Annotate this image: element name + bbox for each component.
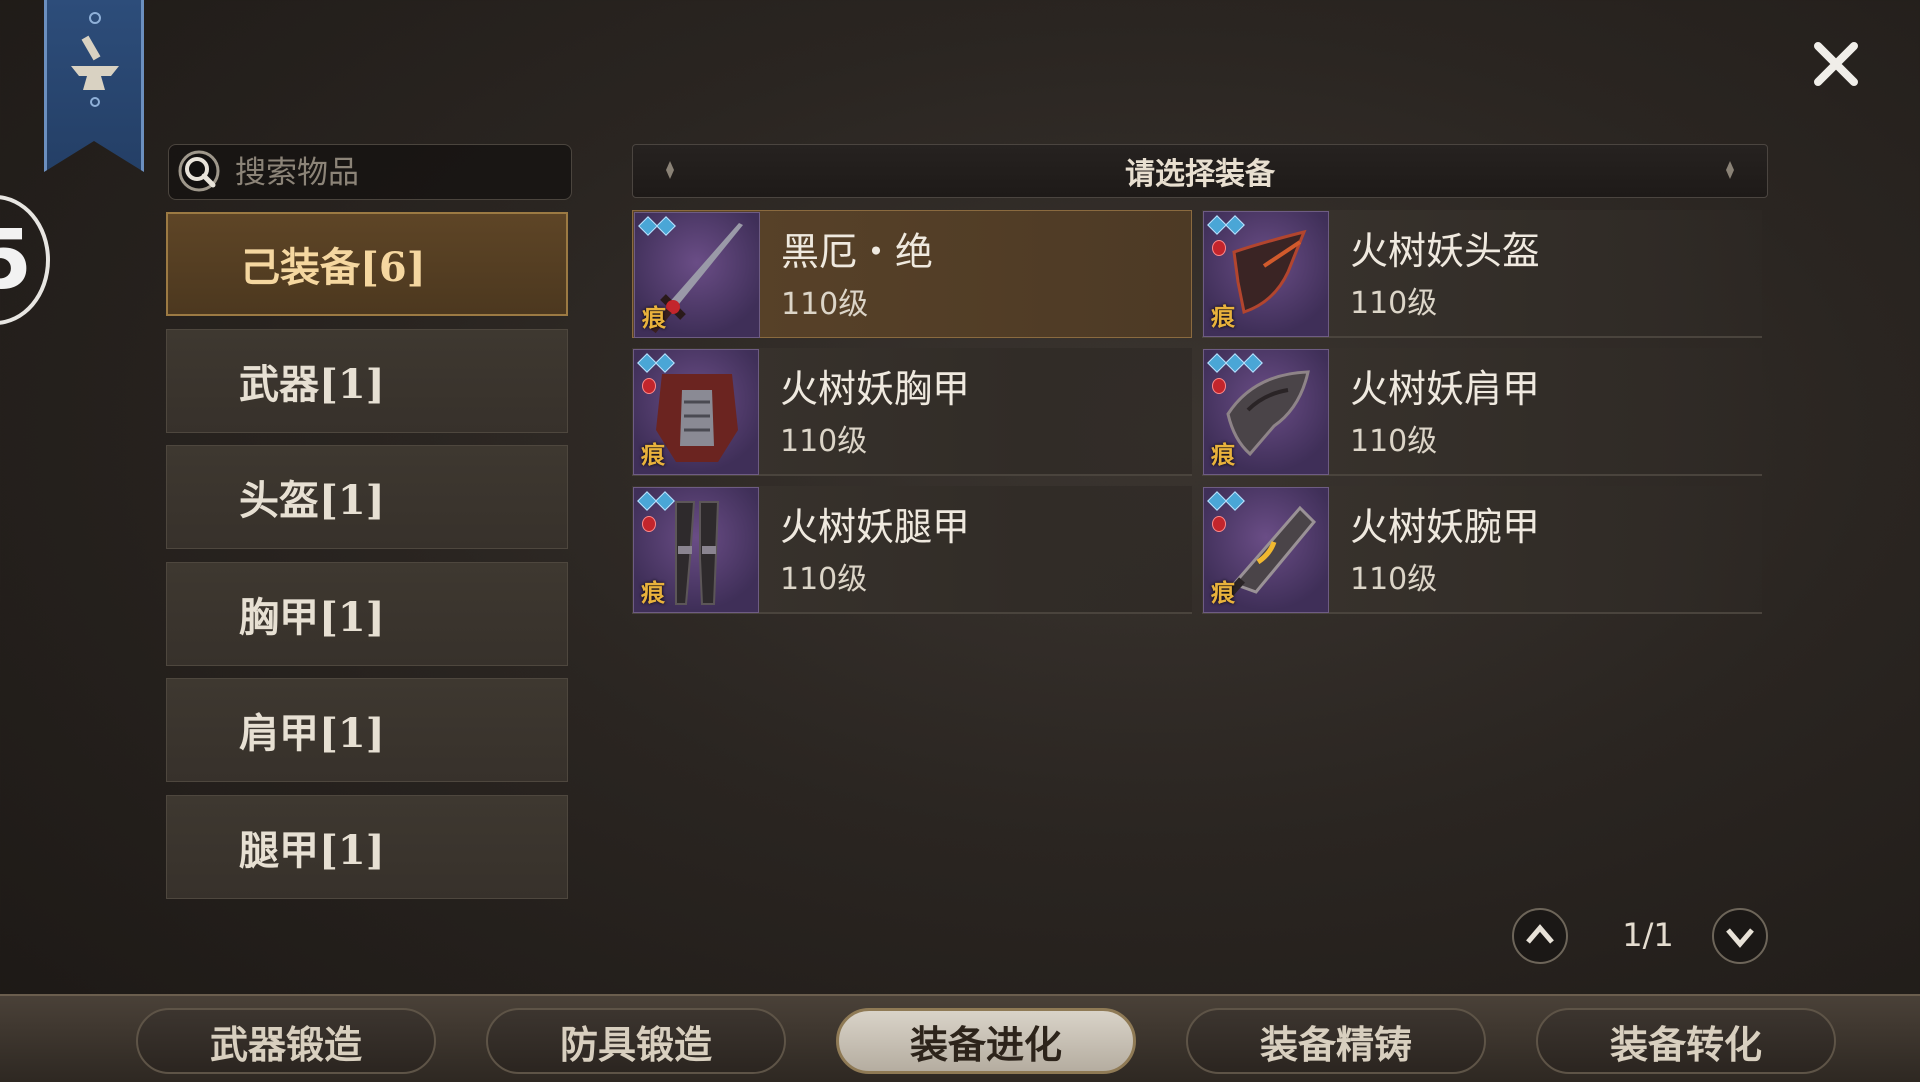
category-label: 武器[1] [239,360,385,408]
level-badge: 5 [0,195,50,325]
item-thumbnail: 痕 [1203,211,1329,337]
category-chest[interactable]: 胸甲[1] [166,561,568,666]
forge-banner [44,0,144,172]
page-up-button[interactable] [1512,908,1568,964]
tab-armor-forge[interactable]: 防具锻造 [486,1008,786,1074]
category-list: 己装备[6] 武器[1] 头盔[1] 胸甲[1] 肩甲[1] 腿甲[1] [166,212,568,911]
ornament-icon [1726,161,1734,179]
chevron-up-icon [1526,924,1554,944]
item-thumbnail: 痕 [633,487,759,613]
equipment-item-shoulder[interactable]: 痕 火树妖肩甲 110级 [1202,348,1762,476]
gem-icon [1207,491,1227,511]
tab-label: 武器锻造 [209,1021,362,1067]
gem-icon [638,216,658,236]
equipment-item-bracer[interactable]: 痕 火树妖腕甲 110级 [1202,486,1762,614]
item-thumbnail: 痕 [634,212,760,338]
item-level: 110级 [781,287,869,322]
equipment-item-sword[interactable]: 痕 黑厄・绝 110级 [632,210,1192,338]
ruby-icon [642,516,656,532]
item-mark: 痕 [1211,578,1235,607]
search-icon [178,150,220,192]
bottom-tab-bar: 武器锻造 防具锻造 装备进化 装备精铸 装备转化 [0,994,1920,1082]
page-indicator: 1/1 [1622,916,1674,954]
item-name: 火树妖头盔 [1350,229,1541,273]
gem-icon [1207,353,1227,373]
equipment-item-chest[interactable]: 痕 火树妖胸甲 110级 [632,348,1192,476]
socket-gems [1207,353,1263,373]
anvil-icon [71,12,119,107]
ruby-icon [1212,240,1226,256]
gem-icon [656,216,676,236]
socket-gems [637,491,675,511]
gem-icon [1225,491,1245,511]
item-name: 火树妖腿甲 [780,505,971,549]
category-legs[interactable]: 腿甲[1] [166,794,568,899]
category-helmet[interactable]: 头盔[1] [166,445,568,549]
search-input[interactable] [233,151,557,195]
equipment-header: 请选择装备 [632,144,1768,198]
item-name: 火树妖腕甲 [1350,505,1541,549]
category-weapon[interactable]: 武器[1] [166,328,568,433]
item-mark: 痕 [642,303,666,332]
gem-icon [1225,215,1245,235]
socket-gems [637,353,675,373]
equipment-item-helmet[interactable]: 痕 火树妖头盔 110级 [1202,210,1762,338]
page-down-button[interactable] [1712,908,1768,964]
category-shoulder[interactable]: 肩甲[1] [166,678,568,782]
equipment-item-legs[interactable]: 痕 火树妖腿甲 110级 [632,486,1192,614]
item-mark: 痕 [641,440,665,469]
item-level: 110级 [780,562,868,597]
pager: 1/1 [1512,908,1768,966]
chevron-down-icon [1726,928,1754,948]
item-name: 火树妖胸甲 [780,367,971,411]
item-name: 黑厄・绝 [781,230,934,274]
header-title: 请选择装备 [1125,157,1275,192]
close-icon [1814,42,1858,86]
item-mark: 痕 [641,578,665,607]
level-number: 5 [0,213,32,308]
item-thumbnail: 痕 [633,349,759,475]
tab-label: 装备精铸 [1259,1021,1412,1067]
tab-equipment-refine[interactable]: 装备精铸 [1186,1008,1486,1074]
ornament-icon [666,161,674,179]
gem-icon [1207,215,1227,235]
tab-equipment-convert[interactable]: 装备转化 [1536,1008,1836,1074]
category-label: 肩甲[1] [239,710,385,757]
item-level: 110级 [780,424,868,459]
item-level: 110级 [1350,286,1438,321]
category-equipped[interactable]: 己装备[6] [166,212,568,316]
tab-label: 防具锻造 [559,1021,712,1067]
socket-gems [1207,215,1245,235]
ruby-icon [1212,516,1226,532]
item-mark: 痕 [1211,440,1235,469]
gem-icon [655,353,675,373]
search-box [168,144,572,200]
socket-gems [638,216,676,236]
item-level: 110级 [1350,562,1438,597]
item-name: 火树妖肩甲 [1350,367,1541,411]
item-mark: 痕 [1211,302,1235,331]
category-label: 胸甲[1] [239,593,385,641]
tab-weapon-forge[interactable]: 武器锻造 [136,1008,436,1074]
item-thumbnail: 痕 [1203,487,1329,613]
tab-equipment-evolution[interactable]: 装备进化 [836,1008,1136,1074]
socket-gems [1207,491,1245,511]
gem-icon [637,491,657,511]
gem-icon [1243,353,1263,373]
category-label: 腿甲[1] [239,826,385,874]
item-thumbnail: 痕 [1203,349,1329,475]
item-level: 110级 [1350,424,1438,459]
close-button[interactable] [1810,38,1862,90]
ruby-icon [642,378,656,394]
tab-label: 装备转化 [1609,1021,1762,1067]
ruby-icon [1212,378,1226,394]
category-label: 头盔[1] [239,477,385,524]
tab-label: 装备进化 [909,1021,1062,1067]
gem-icon [655,491,675,511]
category-label: 己装备[6] [240,244,426,291]
gem-icon [637,353,657,373]
gem-icon [1225,353,1245,373]
